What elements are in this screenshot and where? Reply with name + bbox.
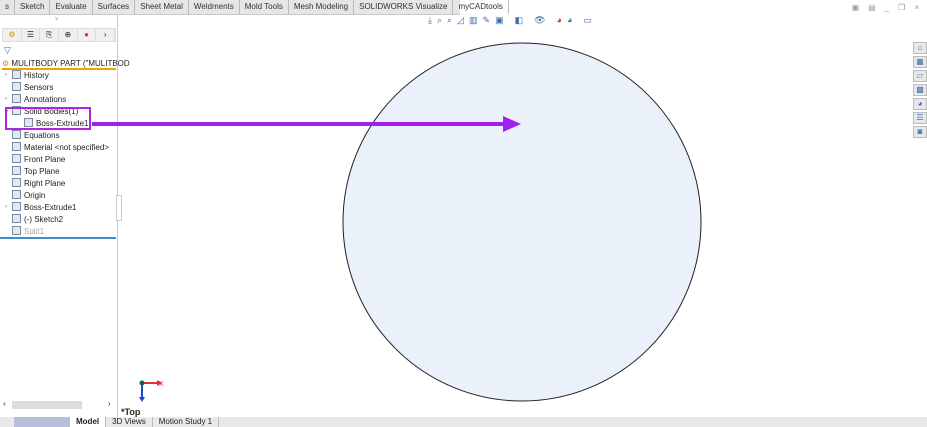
axis-x-label: X bbox=[159, 381, 164, 388]
bottom-tab[interactable]: Model bbox=[70, 417, 107, 427]
folder-icon[interactable]: ▱ bbox=[913, 70, 927, 82]
appearances-icon[interactable]: ▩ bbox=[913, 84, 927, 96]
circle-body[interactable] bbox=[342, 42, 702, 402]
custom-icon[interactable]: ◙ bbox=[913, 126, 927, 138]
view-label: *Top bbox=[121, 407, 141, 417]
home-icon[interactable]: ⌂ bbox=[913, 42, 927, 54]
task-pane: ⌂ ▦ ▱ ▩ ◕ ☰ ◙ bbox=[913, 42, 927, 138]
bottom-tab[interactable]: Motion Study 1 bbox=[153, 417, 220, 427]
parts-icon[interactable]: ▦ bbox=[913, 56, 927, 68]
list-icon[interactable]: ☰ bbox=[913, 112, 927, 124]
bottom-tabs: Model 3D Views Motion Study 1 bbox=[0, 417, 927, 427]
color-wheel-icon[interactable]: ◕ bbox=[913, 98, 927, 110]
bottom-tab[interactable]: 3D Views bbox=[106, 417, 153, 427]
graphics-area: X *Top bbox=[92, 42, 702, 417]
tab-nav-buttons[interactable] bbox=[14, 417, 70, 427]
